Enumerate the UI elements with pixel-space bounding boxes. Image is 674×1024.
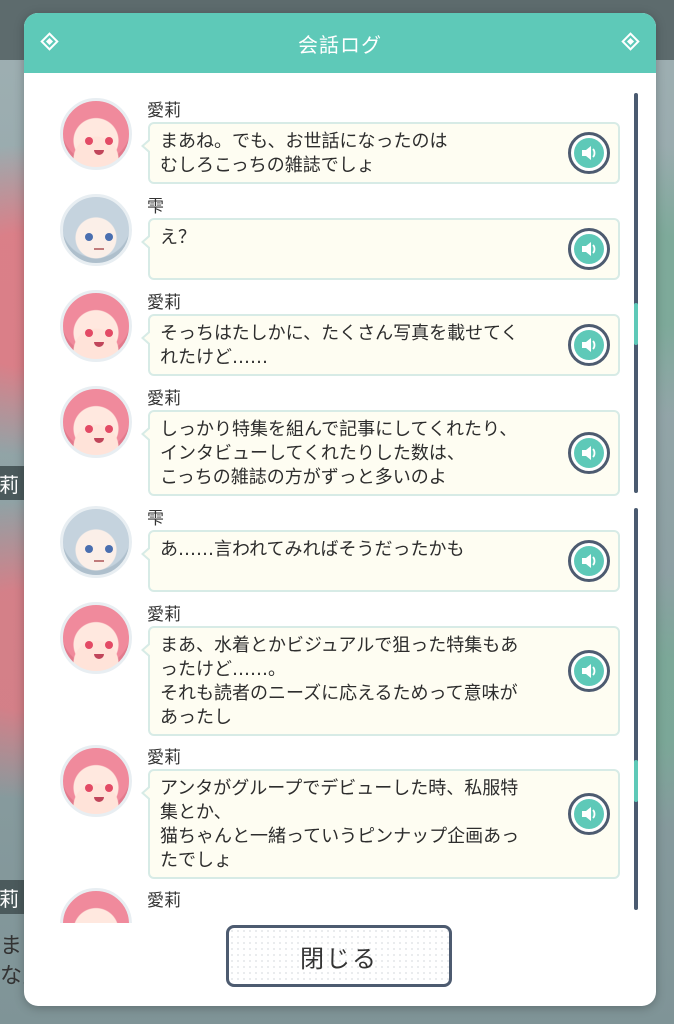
speaker-icon xyxy=(582,554,596,568)
speaker-name: 愛莉 xyxy=(147,748,181,768)
scrollbar-track[interactable] xyxy=(634,508,638,910)
message-text: そっちはたしかに、たくさん写真を載せてく れたけど…… xyxy=(160,323,519,368)
avatar xyxy=(60,290,132,362)
message-text: まあね。でも、お世話になったのは むしろこっちの雑誌でしょ xyxy=(160,131,448,176)
message-bubble: しっかり特集を組んで記事にしてくれたり、 インタビューしてくれたりした数は、 こ… xyxy=(141,410,620,496)
avatar xyxy=(60,98,132,170)
message-bubble: そっちはたしかに、たくさん写真を載せてく れたけど…… xyxy=(141,314,620,376)
dialog-title: 会話ログ xyxy=(298,32,382,57)
play-voice-button[interactable] xyxy=(568,650,610,692)
speaker-icon xyxy=(582,664,596,678)
scrollbar-thumb[interactable] xyxy=(634,303,638,345)
play-voice-button[interactable] xyxy=(568,228,610,270)
avatar xyxy=(60,386,132,458)
message-bubble: まあ、水着とかビジュアルで狙った特集もあ ったけど……。 それも読者のニーズに応… xyxy=(141,626,620,736)
speaker-name: 愛莉 xyxy=(147,101,181,121)
avatar xyxy=(60,602,132,674)
speaker-name: 愛莉 xyxy=(147,891,181,911)
close-button[interactable]: 閉じる xyxy=(226,925,452,993)
message-bubble: アンタがグループでデビューした時、私服特 集とか、 猫ちゃんと一緒っていうピンナ… xyxy=(141,769,620,879)
avatar xyxy=(60,506,132,578)
speaker-icon xyxy=(582,146,596,160)
background-name-tag: 莉 xyxy=(0,880,24,914)
background-name-tag: 莉 xyxy=(0,466,24,500)
speaker-icon xyxy=(582,807,596,821)
dialog-header: 会話ログ xyxy=(24,13,656,73)
speaker-name: 愛莉 xyxy=(147,389,181,409)
play-voice-button[interactable] xyxy=(568,793,610,835)
scrollbar-track[interactable] xyxy=(634,93,638,493)
message-text: アンタがグループでデビューした時、私服特 集とか、 猫ちゃんと一緒っていうピンナ… xyxy=(160,778,520,871)
message-bubble: え？ xyxy=(141,218,620,280)
message-text: え？ xyxy=(160,227,196,248)
speaker-name: 愛莉 xyxy=(147,293,181,313)
speaker-name: 雫 xyxy=(147,509,164,529)
speaker-name: 愛莉 xyxy=(147,605,181,625)
message-bubble: まあね。でも、お世話になったのは むしろこっちの雑誌でしょ xyxy=(141,122,620,184)
scrollbar-thumb[interactable] xyxy=(634,760,638,802)
play-voice-button[interactable] xyxy=(568,132,610,174)
speaker-name: 雫 xyxy=(147,197,164,217)
speaker-icon xyxy=(582,338,596,352)
play-voice-button[interactable] xyxy=(568,540,610,582)
play-voice-button[interactable] xyxy=(568,432,610,474)
play-voice-button[interactable] xyxy=(568,324,610,366)
avatar xyxy=(60,194,132,266)
diamond-icon xyxy=(40,32,59,51)
message-bubble: あ……言われてみればそうだったかも xyxy=(141,530,620,592)
conversation-log-dialog: 会話ログ 愛莉 まあね。でも、お世話になったのは むしろこっちの雑誌でしょ 雫 … xyxy=(24,13,656,1006)
speaker-icon xyxy=(582,242,596,256)
log-list[interactable]: 愛莉 まあね。でも、お世話になったのは むしろこっちの雑誌でしょ 雫 え？ 愛莉… xyxy=(24,88,656,923)
diamond-icon xyxy=(621,32,640,51)
message-text: あ……言われてみればそうだったかも xyxy=(160,539,465,560)
message-text: まあ、水着とかビジュアルで狙った特集もあ ったけど……。 それも読者のニーズに応… xyxy=(160,635,519,728)
avatar xyxy=(60,888,132,923)
avatar xyxy=(60,745,132,817)
message-text: しっかり特集を組んで記事にしてくれたり、 インタビューしてくれたりした数は、 こ… xyxy=(160,419,518,488)
speaker-icon xyxy=(582,446,596,460)
